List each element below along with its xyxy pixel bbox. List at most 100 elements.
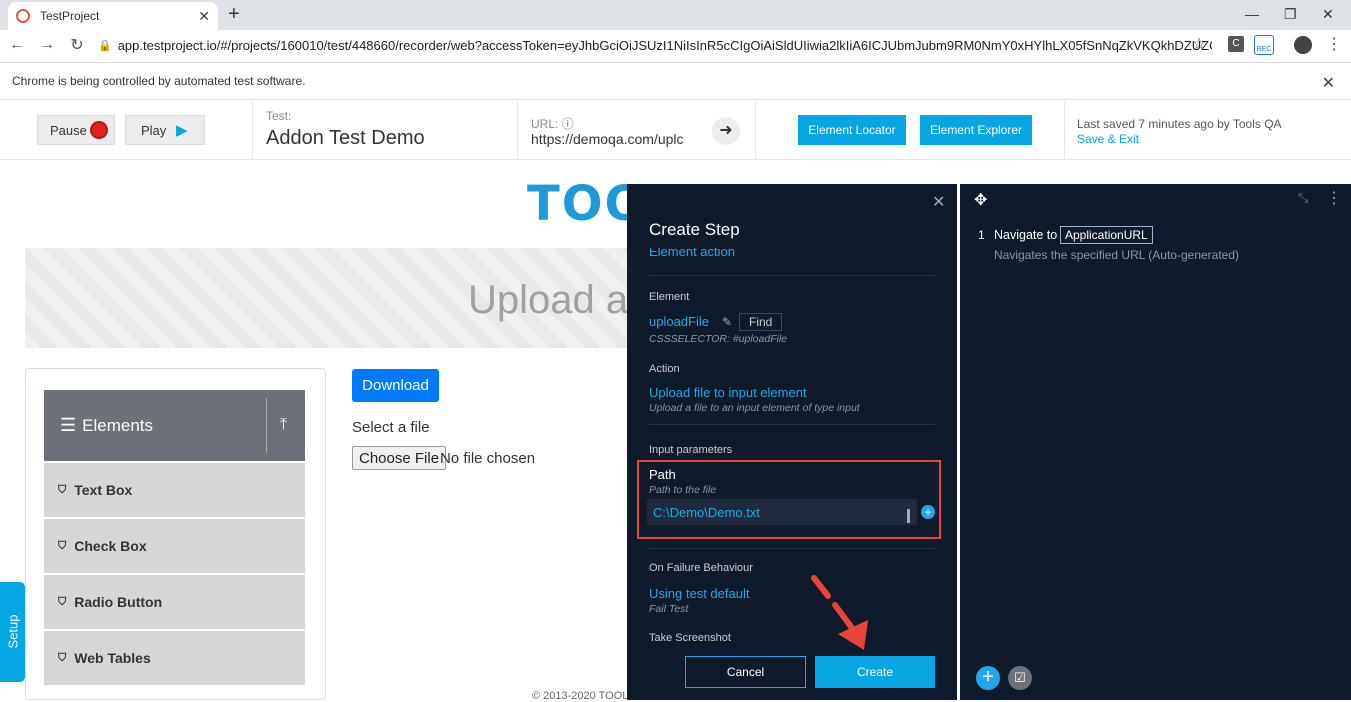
element-action-link[interactable]: Element action [649,248,735,261]
step-parameter[interactable]: ApplicationURL [1060,226,1153,244]
close-tab-icon[interactable]: ✕ [198,8,210,25]
path-input[interactable]: C:\Demo\Demo.txt [647,499,917,525]
url-field[interactable]: https://demoqa.com/uplc [531,131,687,147]
divider [252,101,253,160]
setup-tab-label: Setup [5,614,21,649]
save-exit-link[interactable]: Save & Exit [1077,132,1139,146]
sidebar-item-label: Text Box [74,482,133,498]
path-description: Path to the file [649,484,717,496]
red-annotation-arrow-icon [811,575,868,650]
create-button[interactable]: Create [815,656,935,688]
sidebar-item-label: Check Box [74,538,147,554]
new-tab-icon[interactable]: + [228,3,240,26]
reload-icon[interactable]: ↻ [62,35,92,55]
element-selector: CSSSELECTOR: #uploadFile [649,333,788,345]
play-icon: ▶ [176,122,188,139]
dialog-title: Create Step [649,220,740,239]
move-icon[interactable]: ✥ [974,190,987,210]
automation-infobar: Chrome is being controlled by automated … [0,62,1351,100]
more-vert-icon[interactable]: ⋮ [1326,34,1342,54]
validation-step-icon[interactable]: ☑ [1008,666,1032,690]
browser-nav-bar: ← → ↻ 🔒 app.testproject.io/#/projects/16… [0,30,1351,60]
sidebar-header-label: Elements [82,415,154,435]
sidebar-item-text-box[interactable]: ⛉ Text Box [44,463,305,517]
pause-label: Pause [50,122,87,138]
action-description: Upload a file to an input element of typ… [649,402,860,414]
record-pause-icon [90,121,108,139]
info-icon[interactable]: ⓘ [562,117,574,131]
page-title: Upload a [468,278,629,322]
add-step-icon[interactable]: + [976,666,1000,690]
go-arrow-icon[interactable]: ➜ [712,117,740,145]
minimize-icon[interactable]: — [1245,6,1259,22]
more-vert-icon[interactable]: ⋮ [1326,188,1342,208]
failure-behaviour-label: On Failure Behaviour [649,562,753,574]
test-name: Addon Test Demo [266,127,425,149]
automation-notice: Chrome is being controlled by automated … [12,74,306,88]
back-icon[interactable]: ← [2,36,32,54]
step-description: Navigates the specified URL (Auto-genera… [994,248,1240,262]
failure-behaviour-link[interactable]: Using test default [649,586,749,601]
divider [266,398,267,453]
find-button[interactable]: Find [739,313,783,331]
step-number: 1 [978,228,985,242]
element-explorer-button[interactable]: Element Explorer [920,115,1032,145]
close-window-icon[interactable]: ✕ [1322,6,1334,23]
divider [649,548,935,549]
last-saved-text: Last saved 7 minutes ago by Tools QA [1077,117,1282,131]
sidebar-item-label: Web Tables [74,650,151,666]
path-label: Path [649,467,676,482]
tab-title: TestProject [40,9,100,23]
choose-file-button[interactable]: Choose File [352,446,447,470]
step-action[interactable]: Navigate to [994,228,1057,242]
cancel-button[interactable]: Cancel [685,656,806,688]
forward-icon[interactable]: → [32,36,62,54]
extension-c-icon[interactable]: C [1228,36,1244,52]
failure-behaviour-description: Fail Test [649,603,689,615]
restore-icon[interactable]: ❐ [1284,6,1297,23]
sidebar-item-web-tables[interactable]: ⛉ Web Tables [44,631,305,685]
play-button[interactable]: Play ▶ [125,115,205,145]
path-input-scrollbar[interactable] [907,509,910,523]
close-infobar-icon[interactable]: ✕ [1322,73,1335,93]
pause-button[interactable]: Pause [37,115,115,145]
hamburger-icon: ☰ [60,415,77,435]
minimize-panel-icon[interactable]: ⤡ [1298,190,1308,206]
play-label: Play [141,122,167,138]
steps-panel: ✥ ⤡ ⋮ 1 Navigate to ApplicationURL Navig… [958,184,1351,700]
element-label: Element [649,291,690,303]
input-params-label: Input parameters [649,444,733,456]
address-bar[interactable]: 🔒 app.testproject.io/#/projects/160010/t… [92,33,1212,57]
divider [1064,101,1065,160]
download-button[interactable]: Download [352,369,439,402]
item-icon: ⛉ [58,595,67,608]
bookmark-star-icon[interactable]: ☆ [1192,34,1206,54]
add-parameter-icon[interactable]: + [921,505,935,519]
sidebar-header-elements[interactable]: ☰ Elements ⤒ [44,390,305,461]
action-label: Action [649,363,680,375]
sidebar-item-radio-button[interactable]: ⛉ Radio Button [44,575,305,629]
item-icon: ⛉ [58,651,67,664]
test-label: Test: [266,109,292,123]
no-file-text: No file chosen [440,450,536,467]
element-locator-button[interactable]: Element Locator [798,115,906,145]
setup-tab[interactable]: Setup [0,582,25,682]
testproject-rec-extension-icon[interactable]: REC [1254,35,1274,55]
action-name-link[interactable]: Upload file to input element [649,385,807,400]
url-label-text: URL: [531,117,559,131]
sidebar-item-label: Radio Button [74,594,163,610]
divider [649,275,935,276]
divider [517,101,518,160]
browser-tab-bar: TestProject ✕ + — ❐ ✕ [0,0,1351,30]
item-icon: ⛉ [58,539,67,552]
user-avatar-icon[interactable] [1294,36,1312,54]
sidebar-item-check-box[interactable]: ⛉ Check Box [44,519,305,573]
recorder-toolbar: Pause Play ▶ Test: Addon Test Demo URL: … [0,101,1351,160]
collapse-up-icon[interactable]: ⤒ [280,416,287,434]
browser-tab[interactable]: TestProject ✕ [8,2,218,30]
create-step-dialog: ✕ Create Step Element action Element upl… [627,184,957,700]
url-label: URL: ⓘ [531,115,574,132]
element-name-link[interactable]: uploadFile [649,314,709,329]
edit-pencil-icon[interactable]: ✎ [722,315,732,329]
close-dialog-icon[interactable]: ✕ [932,192,945,212]
